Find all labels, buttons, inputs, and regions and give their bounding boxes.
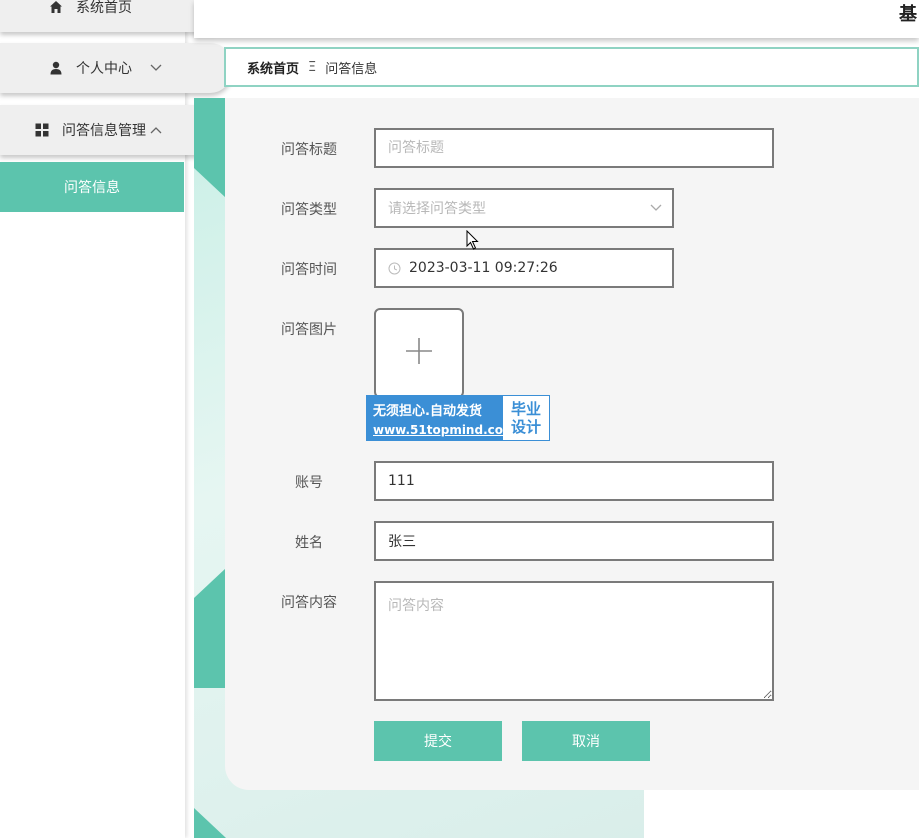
account-input[interactable] xyxy=(388,463,772,499)
user-icon xyxy=(48,60,64,76)
mouse-cursor-icon xyxy=(466,229,480,254)
watermark-badge: 无须担心.自动发货 www.51topmind.com 毕业 设计 xyxy=(366,395,550,441)
sidebar-item-qa-management[interactable]: 问答信息管理 xyxy=(0,105,218,155)
account-input-wrapper xyxy=(374,461,774,501)
type-select-placeholder: 请选择问答类型 xyxy=(388,201,486,217)
chevron-down-icon xyxy=(650,201,662,215)
image-label: 问答图片 xyxy=(281,322,337,338)
account-label: 账号 xyxy=(295,475,323,491)
submit-button[interactable]: 提交 xyxy=(374,721,502,761)
sidebar-subitem-qa-info[interactable]: 问答信息 xyxy=(0,162,184,212)
system-title: 基 xyxy=(899,4,917,25)
content-textarea-wrapper xyxy=(374,581,774,701)
watermark-tag-1: 毕业 xyxy=(510,400,541,418)
breadcrumb-home[interactable]: 系统首页 xyxy=(247,58,299,77)
chevron-down-icon xyxy=(150,61,162,75)
sidebar: 系统首页 个人中心 问答信息管理 问答信息 xyxy=(0,0,232,838)
image-upload-button[interactable] xyxy=(374,308,464,398)
watermark-url: www.51topmind.com xyxy=(373,423,516,437)
watermark-slogan: 无须担心.自动发货 xyxy=(373,404,482,419)
breadcrumb-current: 问答信息 xyxy=(325,61,378,77)
name-input-wrapper xyxy=(374,521,774,561)
breadcrumb: 系统首页 Ξ 问答信息 xyxy=(224,47,919,87)
chevron-up-icon xyxy=(150,123,162,137)
content-textarea[interactable] xyxy=(388,595,772,699)
clock-icon xyxy=(388,262,401,275)
grid-icon xyxy=(34,122,50,138)
sidebar-item-label: 问答信息管理 xyxy=(62,123,146,139)
title-input[interactable] xyxy=(388,130,772,166)
sidebar-item-label: 系统首页 xyxy=(76,0,132,16)
type-select[interactable]: 请选择问答类型 xyxy=(374,188,674,228)
breadcrumb-separator-icon: Ξ xyxy=(308,59,317,75)
cancel-button[interactable]: 取消 xyxy=(522,721,650,761)
type-label: 问答类型 xyxy=(281,202,337,218)
watermark-tag-2: 设计 xyxy=(510,418,541,436)
time-picker[interactable]: 2023-03-11 09:27:26 xyxy=(374,248,674,288)
title-input-wrapper xyxy=(374,128,774,168)
time-label: 问答时间 xyxy=(281,262,337,278)
title-label: 问答标题 xyxy=(281,142,337,158)
home-icon xyxy=(48,0,64,15)
plus-icon xyxy=(405,337,433,369)
time-value: 2023-03-11 09:27:26 xyxy=(409,260,558,276)
sidebar-item-profile[interactable]: 个人中心 xyxy=(0,43,232,93)
name-label: 姓名 xyxy=(295,535,323,551)
top-header: 基 xyxy=(194,0,919,38)
content-label: 问答内容 xyxy=(281,595,337,611)
name-input[interactable] xyxy=(388,523,772,559)
sidebar-item-label: 个人中心 xyxy=(76,61,132,77)
